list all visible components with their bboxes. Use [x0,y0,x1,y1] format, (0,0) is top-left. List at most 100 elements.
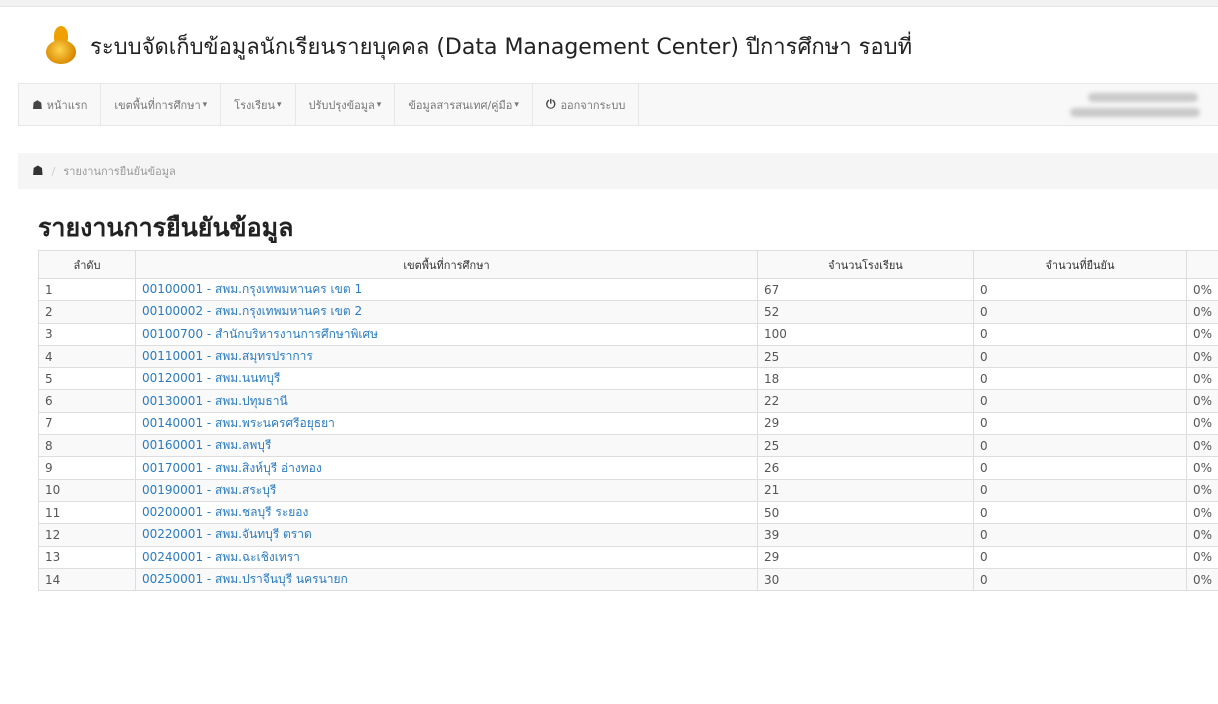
cell-confirmed-count: 0 [973,344,1187,369]
nav-home-label: หน้าแรก [46,98,88,112]
nav-info-manual-label: ข้อมูลสารสนเทศ/คู่มือ [408,98,513,112]
breadcrumb-current: รายงานการยืนยันข้อมูล [63,165,176,178]
logo-icon [42,26,82,66]
cell-confirmed-count: 0 [973,389,1187,413]
table-row: 8 00160001 - สพม.ลพบุรี 25 0 0% [38,434,1218,458]
caret-down-icon: ▾ [514,99,519,110]
col-header-confirmed: จำนวนที่ยืนยัน [973,250,1187,279]
cell-no: 7 [38,411,136,436]
confirmation-report-table: ลำดับ เขตพื้นที่การศึกษา จำนวนโรงเรียน จ… [38,250,1218,592]
cell-percent: 0% [1186,500,1218,525]
area-link[interactable]: 00160001 - สพม.ลพบุรี [142,438,271,452]
table-row: 4 00110001 - สพม.สมุทรปราการ 25 0 0% [38,344,1218,369]
cell-percent: 0% [1186,389,1218,413]
app-title: ระบบจัดเก็บข้อมูลนักเรียนรายบุคคล (Data … [90,34,913,60]
area-link[interactable]: 00170001 - สพม.สิงห์บุรี อ่างทอง [142,461,322,475]
cell-no: 13 [38,545,136,569]
cell-confirmed-count: 0 [973,322,1187,346]
user-info-blurred[interactable] [1058,84,1218,126]
table-row: 10 00190001 - สพม.สระบุรี 21 0 0% [38,478,1218,502]
cell-school-count: 50 [757,500,974,525]
nav-logout-label: ออกจากระบบ [560,98,626,112]
cell-area: 00190001 - สพม.สระบุรี [135,478,758,502]
cell-no: 9 [38,456,136,480]
area-link[interactable]: 00100002 - สพม.กรุงเทพมหานคร เขต 2 [142,304,362,318]
area-link[interactable]: 00130001 - สพม.ปทุมธานี [142,394,288,408]
app-header: ระบบจัดเก็บข้อมูลนักเรียนรายบุคคล (Data … [42,22,912,70]
caret-down-icon: ▾ [277,99,282,110]
table-row: 6 00130001 - สพม.ปทุมธานี 22 0 0% [38,389,1218,413]
area-link[interactable]: 00220001 - สพม.จันทบุรี ตราด [142,527,312,541]
cell-school-count: 29 [757,411,974,436]
nav-update-data-label: ปรับปรุงข้อมูล [308,98,375,112]
blurred-username [1088,93,1198,102]
breadcrumb: ☗ / รายงานการยืนยันข้อมูล [18,153,1218,189]
cell-no: 10 [38,478,136,502]
nav-update-data-dropdown[interactable]: ปรับปรุงข้อมูล ▾ [296,84,396,125]
nav-info-manual-dropdown[interactable]: ข้อมูลสารสนเทศ/คู่มือ ▾ [395,84,533,125]
nav-education-area-dropdown[interactable]: เขตพื้นที่การศึกษา ▾ [101,84,222,125]
cell-no: 2 [38,300,136,324]
cell-confirmed-count: 0 [973,456,1187,480]
nav-school-dropdown[interactable]: โรงเรียน ▾ [221,84,296,125]
home-icon[interactable]: ☗ [32,164,44,179]
page-title: รายงานการยืนยันข้อมูล [38,213,294,242]
cell-school-count: 52 [757,300,974,324]
area-link[interactable]: 00250001 - สพม.ปราจีนบุรี นครนายก [142,572,348,586]
col-header-percent [1186,250,1218,279]
area-link[interactable]: 00200001 - สพม.ชลบุรี ระยอง [142,505,308,519]
home-icon: ☗ [32,97,43,112]
cell-percent: 0% [1186,277,1218,302]
cell-school-count: 29 [757,545,974,569]
col-header-no: ลำดับ [38,250,136,279]
area-link[interactable]: 00190001 - สพม.สระบุรี [142,483,276,497]
area-link[interactable]: 00100001 - สพม.กรุงเทพมหานคร เขต 1 [142,282,362,296]
cell-no: 5 [38,367,136,391]
area-link[interactable]: 00110001 - สพม.สมุทรปราการ [142,349,313,363]
col-header-schools: จำนวนโรงเรียน [757,250,974,279]
cell-area: 00100001 - สพม.กรุงเทพมหานคร เขต 1 [135,277,758,302]
main-navbar: ☗ หน้าแรก เขตพื้นที่การศึกษา ▾ โรงเรียน … [18,83,1218,126]
table-header-row: ลำดับ เขตพื้นที่การศึกษา จำนวนโรงเรียน จ… [38,250,1218,279]
cell-school-count: 67 [757,277,974,302]
cell-percent: 0% [1186,300,1218,324]
cell-percent: 0% [1186,545,1218,569]
cell-confirmed-count: 0 [973,277,1187,302]
cell-school-count: 100 [757,322,974,346]
nav-logout[interactable]: ⏻ ออกจากระบบ [533,84,640,125]
cell-percent: 0% [1186,344,1218,369]
cell-area: 00250001 - สพม.ปราจีนบุรี นครนายก [135,567,758,592]
nav-education-area-label: เขตพื้นที่การศึกษา [114,98,201,112]
cell-confirmed-count: 0 [973,367,1187,391]
area-link[interactable]: 00140001 - สพม.พระนครศรีอยุธยา [142,416,335,430]
cell-no: 3 [38,322,136,346]
cell-percent: 0% [1186,411,1218,436]
top-strip [0,0,1218,7]
cell-school-count: 30 [757,567,974,592]
table-row: 7 00140001 - สพม.พระนครศรีอยุธยา 29 0 0% [38,411,1218,436]
table-body: 1 00100001 - สพม.กรุงเทพมหานคร เขต 1 67 0 0%… [38,277,1218,592]
cell-no: 1 [38,277,136,302]
cell-no: 14 [38,567,136,592]
table-row: 3 00100700 - สำนักบริหารงานการศึกษาพิเศษ 1… [38,322,1218,346]
area-link[interactable]: 00240001 - สพม.ฉะเชิงเทรา [142,550,300,564]
cell-confirmed-count: 0 [973,523,1187,547]
cell-area: 00100700 - สำนักบริหารงานการศึกษาพิเศษ [135,322,758,346]
cell-school-count: 21 [757,478,974,502]
cell-school-count: 39 [757,523,974,547]
table-row: 1 00100001 - สพม.กรุงเทพมหานคร เขต 1 67 0 0% [38,277,1218,302]
cell-percent: 0% [1186,456,1218,480]
cell-no: 12 [38,523,136,547]
area-link[interactable]: 00100700 - สำนักบริหารงานการศึกษาพิเศษ [142,327,378,341]
cell-school-count: 22 [757,389,974,413]
table-row: 13 00240001 - สพม.ฉะเชิงเทรา 29 0 0% [38,545,1218,569]
table-row: 2 00100002 - สพม.กรุงเทพมหานคร เขต 2 52 0 0% [38,300,1218,324]
area-link[interactable]: 00120001 - สพม.นนทบุรี [142,371,280,385]
nav-home[interactable]: ☗ หน้าแรก [19,84,102,125]
cell-percent: 0% [1186,567,1218,592]
cell-school-count: 26 [757,456,974,480]
cell-area: 00140001 - สพม.พระนครศรีอยุธยา [135,411,758,436]
cell-percent: 0% [1186,523,1218,547]
cell-school-count: 25 [757,434,974,458]
col-header-area: เขตพื้นที่การศึกษา [135,250,758,279]
